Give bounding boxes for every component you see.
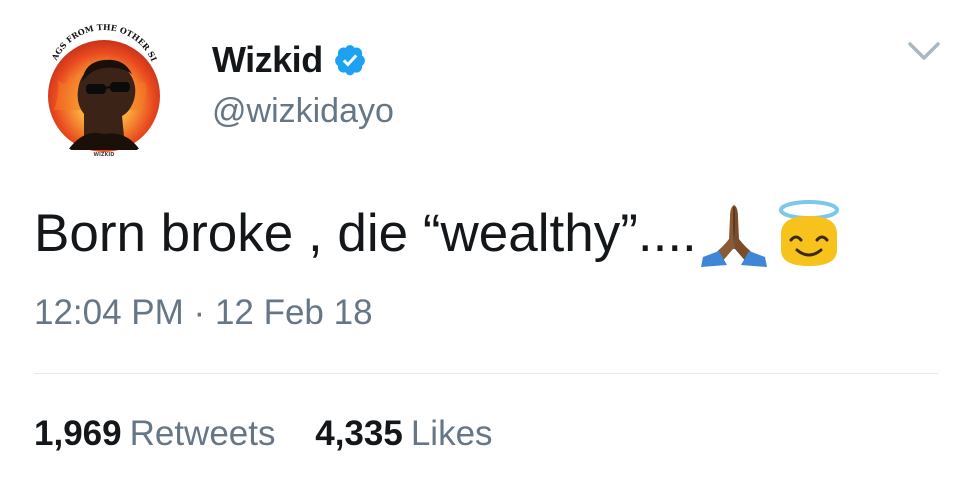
tweet-text: Born broke , die “wealthy”....	[34, 204, 697, 263]
tweet-stats: 1,969 Retweets 4,335 Likes	[34, 414, 523, 454]
divider	[34, 373, 938, 374]
avatar[interactable]: SWAGS FROM THE OTHER SIDE WIZKID	[34, 18, 174, 158]
tweet-date: 12 Feb 18	[214, 293, 373, 332]
chevron-down-icon[interactable]	[904, 36, 944, 66]
tweet-time: 12:04 PM	[34, 293, 184, 332]
author-handle[interactable]: @wizkidayo	[212, 92, 394, 131]
meta-separator: ·	[193, 293, 206, 332]
retweets-stat[interactable]: 1,969 Retweets	[34, 414, 276, 454]
avatar-bottom-text: WIZKID	[94, 152, 115, 158]
likes-stat[interactable]: 4,335 Likes	[315, 414, 492, 454]
smiling-face-with-halo-icon	[778, 200, 839, 266]
tweet-timestamp[interactable]: 12:04 PM · 12 Feb 18	[34, 293, 373, 333]
likes-count: 4,335	[315, 414, 403, 453]
tweet-text-row: Born broke , die “wealthy”....	[34, 198, 845, 270]
display-name[interactable]: Wizkid	[212, 39, 323, 81]
retweets-count: 1,969	[34, 414, 122, 453]
likes-label: Likes	[410, 414, 493, 453]
folded-hands-icon	[700, 205, 767, 267]
verified-badge-icon	[334, 45, 365, 76]
retweets-label: Retweets	[129, 414, 276, 453]
tweet-card: SWAGS FROM THE OTHER SIDE WIZKID Wizkid …	[0, 0, 971, 481]
author-name-row: Wizkid	[212, 38, 367, 82]
